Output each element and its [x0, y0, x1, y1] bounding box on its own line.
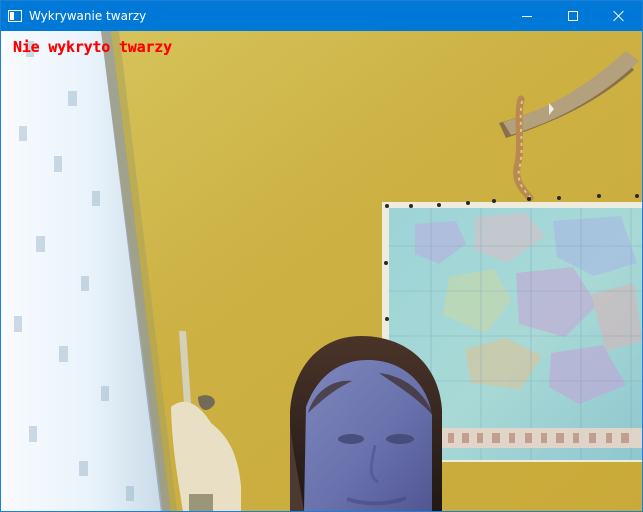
close-icon: [613, 10, 625, 22]
minimize-button[interactable]: [504, 1, 550, 31]
window-title: Wykrywanie twarzy: [29, 9, 147, 23]
maximize-icon: [568, 11, 578, 21]
minimize-icon: [522, 16, 532, 17]
person-right-eye: [386, 434, 414, 444]
tool-base: [189, 494, 213, 511]
webcam-frame: [1, 31, 642, 511]
close-button[interactable]: [596, 1, 642, 31]
person-face: [304, 359, 432, 511]
webcam-feed: Nie wykryto twarzy: [1, 31, 642, 511]
window-controls: [504, 1, 642, 31]
window-title-bar[interactable]: Wykrywanie twarzy: [1, 1, 642, 31]
face-detection-window: Wykrywanie twarzy Nie wykryto twarzy: [0, 0, 643, 512]
face-detection-status: Nie wykryto twarzy: [13, 38, 172, 56]
maximize-button[interactable]: [550, 1, 596, 31]
person-left-eye: [338, 434, 364, 444]
opencv-window-icon: [8, 10, 22, 22]
